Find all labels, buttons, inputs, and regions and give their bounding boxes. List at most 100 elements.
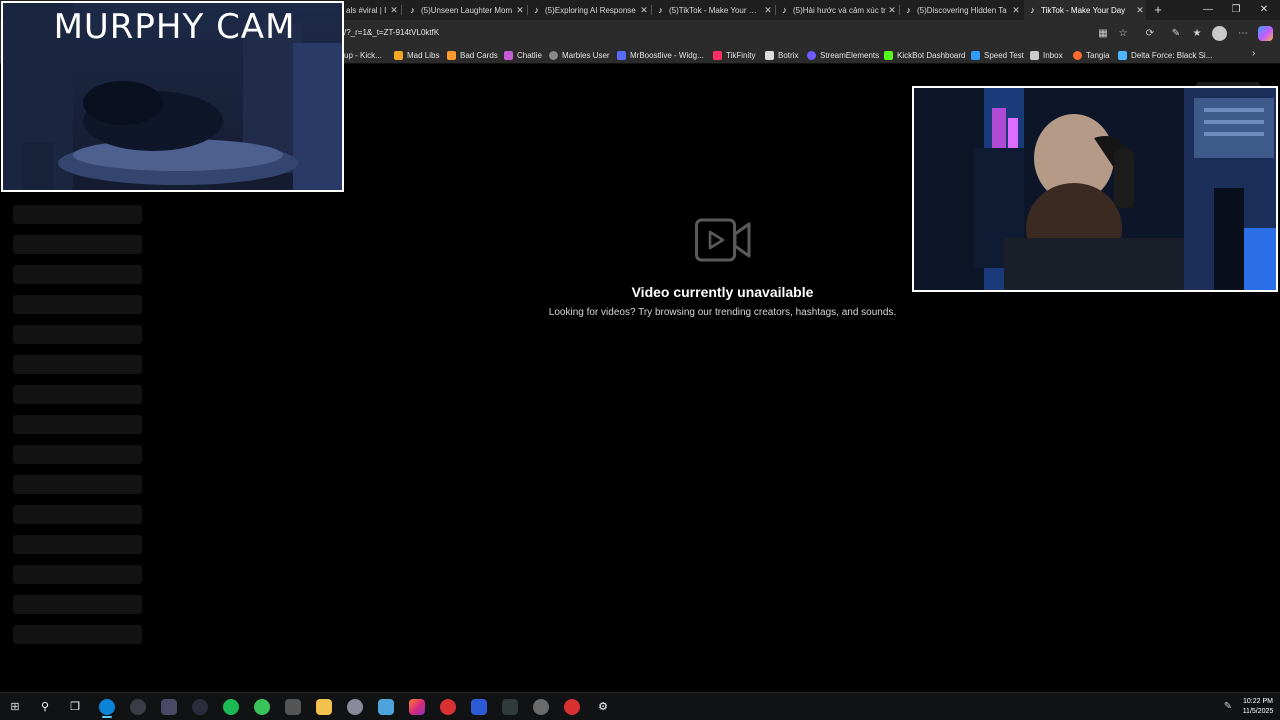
- tab-close-icon[interactable]: ✕: [886, 5, 898, 16]
- bookmarks-more-icon[interactable]: ›: [1252, 48, 1255, 59]
- tab-title: als #viral | I: [346, 5, 387, 15]
- tab-close-icon[interactable]: ✕: [514, 5, 526, 16]
- globe-icon: [549, 50, 558, 60]
- start-windows-icon[interactable]: ⊞: [7, 699, 23, 715]
- apps-icon[interactable]: ▦: [1096, 27, 1110, 41]
- bookmark-item[interactable]: Mad Libs: [394, 49, 439, 61]
- bookmark-item[interactable]: Chatlie: [504, 49, 542, 61]
- skeleton-row: [13, 625, 142, 644]
- skeleton-row: [13, 265, 142, 284]
- bookmark-icon: [971, 50, 980, 60]
- favorites-icon[interactable]: ★: [1190, 27, 1204, 41]
- bookmark-label: Botrix: [778, 50, 799, 60]
- app-icon[interactable]: [533, 699, 549, 715]
- browser-tab[interactable]: ♪ (5)Unseen Laughter Mom ✕: [404, 0, 526, 20]
- taskbar-clock[interactable]: 10:22 PM 11/5/2025: [1238, 697, 1278, 717]
- tab-close-icon[interactable]: ✕: [1134, 5, 1146, 16]
- bookmark-label: Inbox: [1043, 50, 1063, 60]
- cam-feed-image: [914, 88, 1276, 290]
- browser-tab[interactable]: ♪ (5)Hài hước và cảm xúc tr ✕: [776, 0, 898, 20]
- bookmark-label: Chatlie: [517, 50, 542, 60]
- bookmark-item[interactable]: up - Kick...: [344, 49, 382, 61]
- bookmark-item[interactable]: Botrix: [765, 49, 798, 61]
- bookmark-item[interactable]: StreamElements: [807, 49, 879, 61]
- bookmark-label: Tangia: [1086, 50, 1110, 60]
- bookmark-item[interactable]: KickBot Dashboard: [884, 49, 965, 61]
- tiktok-icon: ♪: [658, 4, 663, 15]
- mail-icon: [1030, 50, 1039, 60]
- tab-close-icon[interactable]: ✕: [388, 5, 400, 16]
- bookmark-icon: [1118, 50, 1127, 60]
- browser-tab[interactable]: als #viral | I ✕: [342, 0, 400, 20]
- refresh-icon[interactable]: ⟳: [1143, 27, 1157, 41]
- favorite-star-icon[interactable]: ☆: [1116, 27, 1130, 41]
- search-icon[interactable]: ⚲: [37, 699, 53, 715]
- new-tab-button[interactable]: +: [1150, 0, 1166, 20]
- skeleton-row: [13, 385, 142, 404]
- app-icon[interactable]: [440, 699, 456, 715]
- webcam-overlay-right: [912, 86, 1278, 292]
- skeleton-row: [13, 355, 142, 374]
- bookmark-label: StreamElements: [820, 50, 880, 60]
- skeleton-row: [13, 445, 142, 464]
- app-icon[interactable]: [285, 699, 301, 715]
- tab-close-icon[interactable]: ✕: [638, 5, 650, 16]
- bookmark-item[interactable]: Bad Cards: [447, 49, 498, 61]
- copilot-icon[interactable]: [1258, 26, 1273, 41]
- extensions-icon[interactable]: ✎: [1169, 27, 1183, 41]
- app-icon[interactable]: [161, 699, 177, 715]
- edge-browser-icon[interactable]: [99, 699, 115, 715]
- skeleton-row: [13, 325, 142, 344]
- bookmark-label: up - Kick...: [344, 50, 382, 60]
- task-view-icon[interactable]: ❒: [67, 699, 83, 715]
- tab-title: (5)Hài hước và cảm xúc tr: [793, 5, 886, 15]
- file-explorer-icon[interactable]: [316, 699, 332, 715]
- bookmark-item[interactable]: TikFinity: [713, 49, 755, 61]
- skeleton-row: [13, 415, 142, 434]
- more-menu-icon[interactable]: ⋯: [1236, 27, 1250, 41]
- tab-close-icon[interactable]: ✕: [762, 5, 774, 16]
- settings-gear-icon[interactable]: ⚙: [595, 699, 611, 715]
- bookmark-item[interactable]: Inbox: [1030, 49, 1063, 61]
- app-icon[interactable]: [192, 699, 208, 715]
- bookmark-label: Marbles User: [562, 50, 610, 60]
- profile-avatar[interactable]: [1212, 26, 1227, 41]
- address-bar-url[interactable]: /?_r=1&_t=ZT-914tVL0ktfK: [344, 28, 439, 37]
- cam-title: MURPHY CAM: [53, 7, 296, 47]
- pen-icon[interactable]: ✎: [1220, 699, 1236, 715]
- bookmark-item[interactable]: MrBoostlive - Widg...: [617, 49, 704, 61]
- bookmark-icon: [447, 50, 456, 60]
- app-icon[interactable]: [409, 699, 425, 715]
- app-icon[interactable]: [564, 699, 580, 715]
- obs-icon[interactable]: [130, 699, 146, 715]
- bookmark-item[interactable]: Tangia: [1073, 49, 1110, 61]
- bookmark-label: Bad Cards: [460, 50, 498, 60]
- active-app-indicator: [102, 716, 112, 718]
- app-icon[interactable]: [502, 699, 518, 715]
- browser-tab[interactable]: ♪ (5)TikTok - Make Your Day ✕: [652, 0, 774, 20]
- spotify-icon[interactable]: [223, 699, 239, 715]
- bookmark-item[interactable]: Delta Force: Black Si...: [1118, 49, 1212, 61]
- minimize-button[interactable]: —: [1194, 0, 1222, 20]
- browser-tab[interactable]: ♪ (5)Discovering Hidden Ta ✕: [900, 0, 1022, 20]
- browser-tab-active[interactable]: ♪ TikTok - Make Your Day ✕: [1024, 0, 1146, 20]
- app-icon[interactable]: [378, 699, 394, 715]
- bookmark-item[interactable]: Marbles User: [549, 49, 610, 61]
- app-icon[interactable]: [347, 699, 363, 715]
- close-window-button[interactable]: ✕: [1250, 0, 1278, 20]
- tab-close-icon[interactable]: ✕: [1010, 5, 1022, 16]
- tab-title: (5)TikTok - Make Your Day: [669, 5, 762, 15]
- bookmark-label: TikFinity: [726, 50, 756, 60]
- tab-title: (5)Exploring AI Response: [545, 5, 636, 15]
- browser-tab[interactable]: ♪ (5)Exploring AI Response ✕: [528, 0, 650, 20]
- restore-button[interactable]: ❐: [1222, 0, 1250, 20]
- skeleton-row: [13, 205, 142, 224]
- bookmark-icon: [807, 50, 816, 60]
- bookmark-icon: [617, 50, 626, 60]
- tab-title: (5)Discovering Hidden Ta: [917, 5, 1007, 15]
- app-icon[interactable]: [254, 699, 270, 715]
- bookmark-item[interactable]: Speed Test: [971, 49, 1024, 61]
- skeleton-row: [13, 535, 142, 554]
- app-icon[interactable]: [471, 699, 487, 715]
- skeleton-row: [13, 235, 142, 254]
